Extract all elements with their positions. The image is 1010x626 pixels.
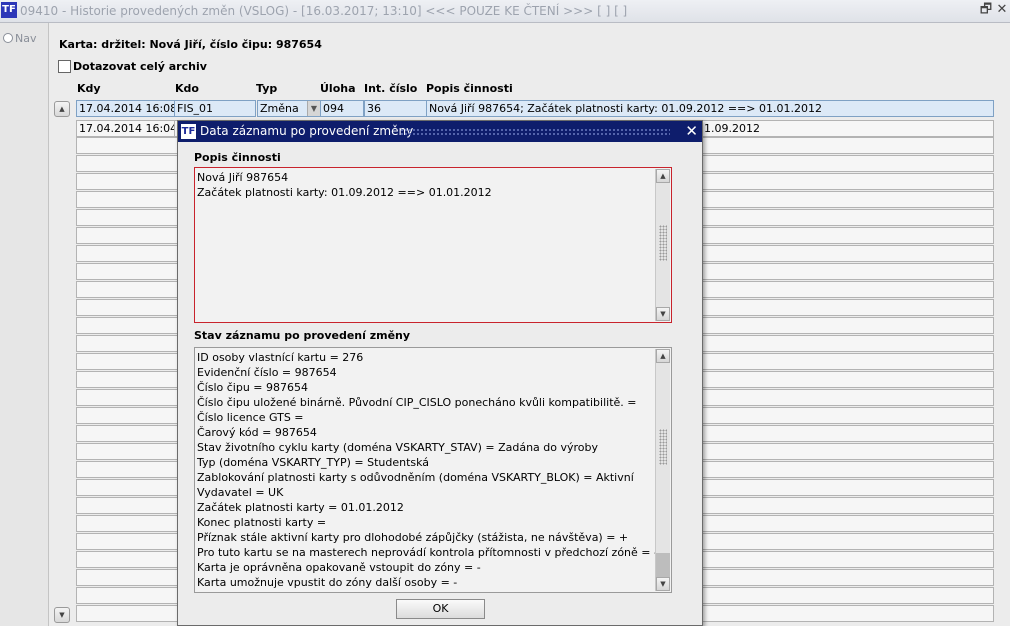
scroll-down-icon[interactable]: ▼ [656,307,670,321]
dialog-close-button[interactable]: ✕ [685,122,698,141]
close-window-button[interactable]: ✕ [994,2,1010,18]
text-line: Vydavatel = UK [197,486,284,499]
archive-checkbox[interactable] [58,60,71,73]
cell-int-cislo[interactable]: 36 [364,100,427,117]
column-header-kdy: Kdy [77,82,101,95]
text-line: Číslo licence GTS = [197,411,304,424]
text-line: Začátek platnosti karty: 01.09.2012 ==> … [197,186,492,199]
record-data-dialog: TF Data záznamu po provedení změny ✕ Pop… [177,120,703,626]
text-line: Začátek platnosti karty = 01.01.2012 [197,501,404,514]
text-line: Číslo čipu uložené binárně. Původní CIP_… [197,396,637,409]
text-line: Nová Jiří 987654 [197,171,289,184]
cell-popis[interactable]: Nová Jiří 987654; Začátek platnosti kart… [426,100,994,117]
text-line: Konec platnosti karty = [197,516,327,529]
karta-label: Karta: držitel: Nová Jiří, číslo čipu: 9… [59,38,322,51]
window-titlebar: TF 09410 - Historie provedených změn (VS… [0,0,1010,23]
window-title: 09410 - Historie provedených změn (VSLOG… [20,4,628,18]
text-line: Pro tuto kartu se na masterech neprovádí… [197,546,658,559]
column-header-popis: Popis činnosti [426,82,513,95]
column-header-uloha: Úloha [320,82,356,95]
cell-uloha[interactable]: 094 [320,100,364,117]
column-header-int-cislo: Int. číslo [364,82,418,95]
text-line: Zablokování platnosti karty s odůvodnění… [197,471,634,484]
dialog-logo-icon: TF [181,124,196,139]
popis-section-label: Popis činnosti [194,151,281,164]
column-header-kdo: Kdo [175,82,199,95]
scroll-up-icon[interactable]: ▲ [656,169,670,183]
popis-text: Nová Jiří 987654 Začátek platnosti karty:… [197,170,653,200]
stav-scrollbar[interactable]: ▲ ▼ [655,349,670,591]
nav-strip: Nav [0,23,49,626]
dialog-titlebar[interactable]: TF Data záznamu po provedení změny ✕ [178,121,702,142]
text-line: Typ (doména VSKARTY_TYP) = Studentská [197,456,430,469]
cell-typ-select[interactable]: Změna ▼ [257,100,321,117]
cell-typ-value: Změna [260,102,299,115]
chevron-down-icon[interactable]: ▼ [307,101,320,116]
text-line: Karta umožnuje vpustit do zóny další oso… [197,576,458,589]
nav-toggle[interactable]: Nav [3,32,36,45]
scroll-down-icon[interactable]: ▼ [656,577,670,591]
cell-kdy[interactable]: 17.04.2014 16:04 [76,120,175,137]
text-line: Číslo čipu = 987654 [197,381,309,394]
text-line: Čarový kód = 987654 [197,426,317,439]
nav-label: Nav [15,32,37,45]
restore-window-button[interactable]: 🗗 [978,2,994,18]
cell-kdy[interactable]: 17.04.2014 16:08 [76,100,175,117]
text-line: ID osoby vlastnící kartu = 276 [197,351,364,364]
popis-textarea[interactable]: Nová Jiří 987654 Začátek platnosti karty:… [194,167,672,323]
table-row[interactable]: 17.04.2014 16:08 FIS_01 Změna ▼ 094 36 N… [76,100,994,117]
column-header-typ: Typ [256,82,278,95]
scroll-up-icon[interactable]: ▲ [656,349,670,363]
grid-scroll-up-button[interactable]: ▲ [54,101,70,117]
cell-kdo[interactable]: FIS_01 [174,100,256,117]
scrollbar-thumb[interactable] [656,553,670,577]
text-line: Stav životního cyklu karty (doména VSKAR… [197,441,599,454]
stav-text: ID osoby vlastnící kartu = 276 Evidenční … [197,350,658,590]
text-line: Příznak stále aktivní karty pro dlohodob… [197,531,629,544]
titlebar-grip [400,128,670,135]
grip-icon [659,225,667,261]
ok-button[interactable]: OK [396,599,485,619]
dialog-title: Data záznamu po provedení změny [200,124,414,138]
grip-icon [659,429,667,465]
stav-section-label: Stav záznamu po provedení změny [194,329,411,342]
radio-icon [3,33,13,43]
stav-textarea[interactable]: ID osoby vlastnící kartu = 276 Evidenční … [194,347,672,593]
archive-checkbox-label[interactable]: Dotazovat celý archiv [73,60,207,73]
app-logo-icon: TF [1,2,17,18]
grid-scroll-down-button[interactable]: ▼ [54,607,70,623]
cell-popis[interactable]: 1.09.2012 [701,120,994,137]
popis-scrollbar[interactable]: ▲ ▼ [655,169,670,321]
text-line: Evidenční číslo = 987654 [197,366,337,379]
text-line: Karta je oprávněna opakovaně vstoupit do… [197,561,481,574]
